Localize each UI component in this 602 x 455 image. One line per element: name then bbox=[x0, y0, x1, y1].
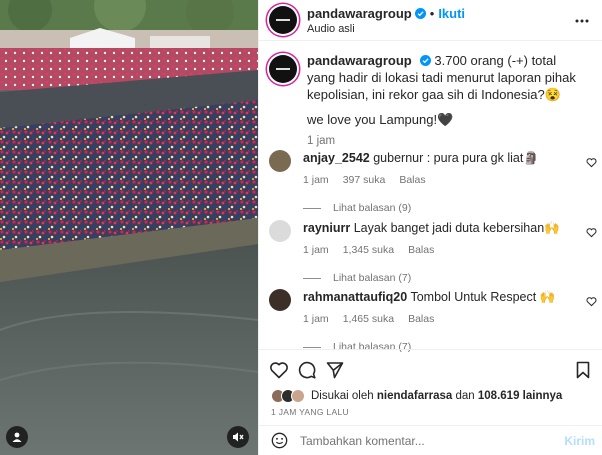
separator-dot: • bbox=[429, 5, 435, 21]
commenter-username[interactable]: rahmanattaufiq20 bbox=[303, 290, 407, 304]
video-frame bbox=[0, 0, 258, 455]
post-header: pandawaragroup • Ikuti Audio asli bbox=[259, 0, 602, 41]
audio-link[interactable]: Audio asli bbox=[307, 23, 465, 35]
likes-connector: dan bbox=[455, 390, 475, 402]
caption-text-second: we love you Lampung!🖤 bbox=[307, 112, 454, 127]
reply-button[interactable]: Balas bbox=[408, 242, 434, 258]
user-tag-icon[interactable] bbox=[6, 426, 28, 448]
post-date[interactable]: 1 JAM YANG LALU bbox=[259, 407, 602, 417]
comment-likes[interactable]: 1,345 suka bbox=[343, 242, 394, 258]
author-avatar[interactable] bbox=[269, 6, 297, 34]
post-media[interactable] bbox=[0, 0, 258, 455]
comment-icon[interactable] bbox=[297, 360, 317, 380]
comment-composer: Kirim bbox=[259, 425, 602, 455]
caption-time[interactable]: 1 jam bbox=[307, 133, 587, 150]
comment-text: Layak banget jadi duta kebersihan🙌 bbox=[353, 221, 560, 235]
send-comment-button[interactable]: Kirim bbox=[564, 434, 595, 448]
comment-time[interactable]: 1 jam bbox=[303, 172, 329, 188]
commenter-avatar[interactable] bbox=[269, 289, 291, 311]
comment-like-icon[interactable] bbox=[586, 227, 597, 238]
likes-prefix: Disukai oleh bbox=[311, 390, 374, 402]
comment-item: anjay_2542 gubernur : pura pura gk liat🗿… bbox=[269, 150, 601, 214]
caption-avatar[interactable] bbox=[269, 55, 297, 83]
commenter-username[interactable]: anjay_2542 bbox=[303, 151, 370, 165]
commenter-avatar[interactable] bbox=[269, 150, 291, 172]
view-replies[interactable]: Lihat balasan (7) bbox=[303, 272, 601, 284]
view-replies[interactable]: Lihat balasan (9) bbox=[303, 202, 601, 214]
reply-button[interactable]: Balas bbox=[408, 311, 434, 327]
liker-avatars[interactable] bbox=[271, 389, 305, 403]
comment-input[interactable] bbox=[300, 433, 550, 448]
comment-likes[interactable]: 1,465 suka bbox=[343, 311, 394, 327]
more-horizontal-icon[interactable] bbox=[574, 13, 590, 29]
comment-time[interactable]: 1 jam bbox=[303, 311, 329, 327]
comment-like-icon[interactable] bbox=[586, 157, 597, 168]
comment-likes[interactable]: 397 suka bbox=[343, 172, 386, 188]
verified-badge-icon bbox=[414, 7, 426, 19]
commenter-avatar[interactable] bbox=[269, 220, 291, 242]
heart-icon[interactable] bbox=[269, 360, 289, 380]
comment-item: rahmanattaufiq20 Tombol Untuk Respect 🙌 … bbox=[269, 289, 601, 353]
view-replies-label: Lihat balasan (7) bbox=[333, 272, 412, 284]
comment-time[interactable]: 1 jam bbox=[303, 242, 329, 258]
likes-summary: Disukai oleh niendafarrasa dan 108.619 l… bbox=[259, 389, 602, 403]
author-username[interactable]: pandawaragroup bbox=[307, 6, 412, 21]
emoji-icon[interactable] bbox=[271, 432, 288, 449]
caption-username[interactable]: pandawaragroup bbox=[307, 53, 412, 68]
post-caption: pandawaragroup 3.700 orang (-+) total ya… bbox=[269, 52, 593, 150]
verified-badge-icon bbox=[420, 55, 432, 66]
comment-text: Tombol Untuk Respect 🙌 bbox=[410, 290, 556, 304]
send-icon[interactable] bbox=[325, 360, 345, 380]
post-actions: Disukai oleh niendafarrasa dan 108.619 l… bbox=[259, 349, 602, 417]
follow-button[interactable]: Ikuti bbox=[438, 6, 465, 21]
likes-count[interactable]: 108.619 lainnya bbox=[478, 390, 562, 402]
comment-like-icon[interactable] bbox=[586, 296, 597, 307]
mute-icon[interactable] bbox=[227, 426, 249, 448]
commenter-username[interactable]: rayniurr bbox=[303, 221, 350, 235]
post-panel: pandawaragroup • Ikuti Audio asli pandaw… bbox=[258, 0, 602, 455]
bookmark-icon[interactable] bbox=[573, 360, 593, 380]
comment-text: gubernur : pura pura gk liat🗿 bbox=[373, 151, 539, 165]
reply-button[interactable]: Balas bbox=[399, 172, 425, 188]
liker-username[interactable]: niendafarrasa bbox=[377, 390, 452, 402]
comment-item: rayniurr Layak banget jadi duta kebersih… bbox=[269, 220, 601, 284]
view-replies-label: Lihat balasan (9) bbox=[333, 202, 412, 214]
